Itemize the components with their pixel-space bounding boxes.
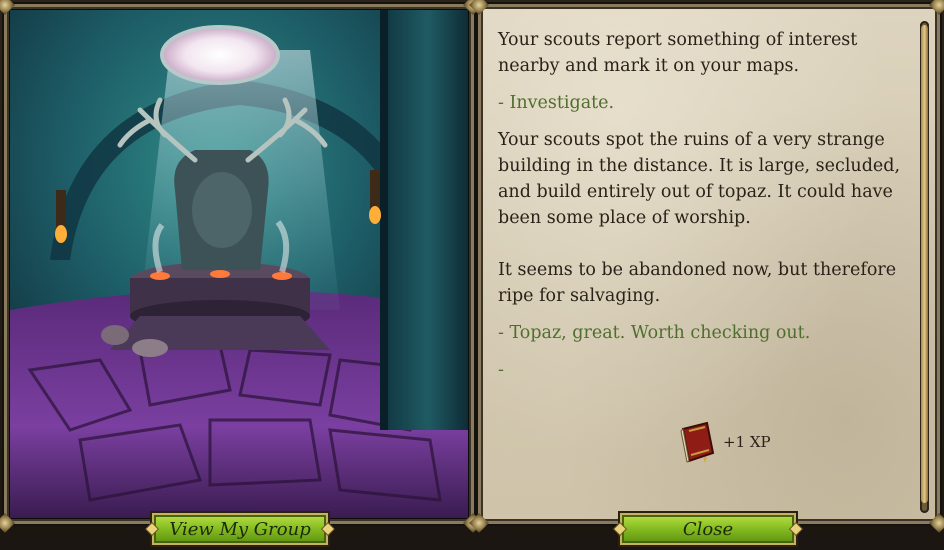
frame-corner-ornament [929,513,944,533]
button-gem-ornament [146,523,158,535]
view-my-group-label: View My Group [169,518,311,540]
scrollbar-thumb[interactable] [921,25,928,503]
close-label: Close [682,518,734,540]
book-icon [680,421,715,463]
text-scrollbar[interactable] [920,21,929,513]
reward-display: +1 XP [677,420,771,464]
event-text-content: Your scouts report something of interest… [498,27,903,394]
button-gem-ornament [614,523,626,535]
event-illustration-frame [0,0,483,533]
view-my-group-button[interactable]: View My Group [146,513,334,545]
chosen-option: - Topaz, great. Worth checking out. [498,323,811,343]
pending-option: - [498,360,504,380]
button-gem-ornament [790,523,802,535]
event-window: Your scouts report something of interest… [0,0,944,550]
event-paragraph: Your scouts spot the ruins of a very str… [498,130,901,306]
button-gem-ornament [322,523,334,535]
shrine-illustration [10,10,468,518]
chosen-option: - Investigate. [498,93,615,113]
close-button[interactable]: Close [614,513,802,545]
xp-reward-label: +1 XP [723,433,771,451]
event-paragraph: Your scouts report something of interest… [498,30,858,76]
frame-corner-ornament [929,0,944,15]
event-text-panel: Your scouts report something of interest… [469,0,944,533]
